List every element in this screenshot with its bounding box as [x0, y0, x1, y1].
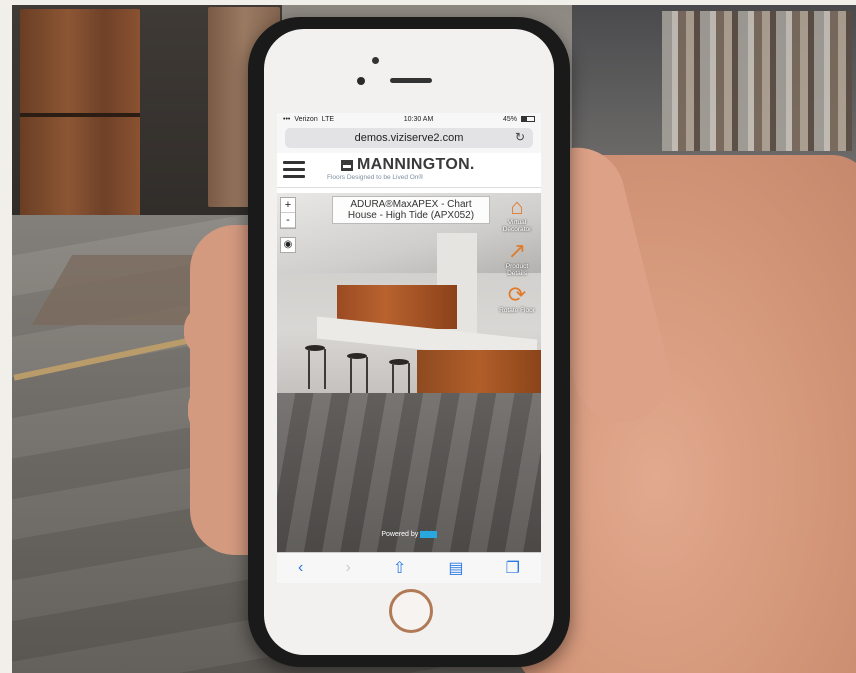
- iphone: ••• Verizon LTE 10:30 AM 45% demos.vizis…: [248, 17, 570, 667]
- browser-toolbar: demos.viziserve2.com ↻: [277, 125, 541, 153]
- product-name-label: ADURA®MaxAPEX - Chart House - High Tide …: [332, 196, 490, 224]
- clock: 10:30 AM: [403, 115, 434, 123]
- powered-by: Powered by vizir: [277, 531, 541, 538]
- phone-face: ••• Verizon LTE 10:30 AM 45% demos.vizis…: [264, 29, 554, 655]
- tagline: Floors Designed to be Lived On®: [327, 174, 424, 181]
- earpiece-speaker: [390, 78, 432, 83]
- carrier-name: Verizon: [294, 115, 318, 123]
- bar-stool-legs: [308, 349, 326, 389]
- back-icon[interactable]: ‹: [298, 559, 303, 577]
- powered-by-text: Powered by: [381, 531, 419, 538]
- url-text: demos.viziserve2.com: [354, 132, 464, 144]
- powered-by-logo[interactable]: vizir: [420, 531, 437, 538]
- rack-shelf: [20, 113, 140, 117]
- rotate-floor-button[interactable]: ⟳ Rotate Floor: [497, 282, 537, 315]
- share-icon[interactable]: ⇧: [393, 558, 406, 578]
- reload-icon[interactable]: ↻: [515, 130, 525, 144]
- phone-screen: ••• Verizon LTE 10:30 AM 45% demos.vizis…: [277, 113, 541, 583]
- rotate-icon: ⟳: [507, 282, 527, 307]
- logo-text: MANNINGTON.: [357, 156, 475, 173]
- address-bar[interactable]: demos.viziserve2.com ↻: [285, 128, 533, 148]
- camera-lens: [372, 57, 379, 64]
- bookmarks-icon[interactable]: ▤: [448, 558, 463, 578]
- battery-percent: 45%: [502, 115, 517, 123]
- signal-icon: •••: [283, 115, 291, 123]
- status-bar: ••• Verizon LTE 10:30 AM 45%: [277, 113, 541, 125]
- network-type: LTE: [321, 115, 335, 123]
- safari-bottom-bar: ‹ › ⇧ ▤ ❐: [277, 552, 541, 583]
- home-button[interactable]: [389, 589, 433, 633]
- battery-icon: [520, 116, 535, 122]
- bar-stool-legs: [350, 357, 368, 397]
- external-link-icon: ↗: [507, 238, 527, 263]
- mannington-logo[interactable]: MANNINGTON.: [341, 156, 475, 174]
- tool-panel: ⌂ Virtual Decorator ↗ Product Details ⟳ …: [497, 195, 537, 320]
- tool-label: Product Details: [505, 263, 529, 277]
- locate-icon[interactable]: ◉: [280, 237, 296, 253]
- logo-mark-icon: [341, 159, 353, 171]
- room-visualizer[interactable]: + - ◉ ADURA®MaxAPEX - Chart House - High…: [277, 193, 541, 583]
- zoom-out-button[interactable]: -: [281, 213, 295, 228]
- product-details-button[interactable]: ↗ Product Details: [497, 238, 537, 278]
- zoom-control: + -: [280, 197, 296, 229]
- zoom-in-button[interactable]: +: [281, 198, 295, 213]
- flooring-sample-rack: [662, 11, 852, 151]
- home-icon: ⌂: [510, 194, 524, 219]
- front-camera: [357, 77, 365, 85]
- hamburger-menu-icon[interactable]: [283, 161, 305, 178]
- site-header: MANNINGTON. Floors Designed to be Lived …: [277, 153, 541, 188]
- virtual-decorator-button[interactable]: ⌂ Virtual Decorator: [497, 194, 537, 234]
- tool-label: Virtual Decorator: [502, 219, 532, 233]
- tool-label: Rotate Floor: [499, 307, 535, 314]
- wood-flooring-rack: [20, 9, 140, 227]
- tabs-icon[interactable]: ❐: [506, 558, 520, 578]
- photo: ••• Verizon LTE 10:30 AM 45% demos.vizis…: [12, 5, 856, 673]
- forward-icon[interactable]: ›: [345, 559, 350, 577]
